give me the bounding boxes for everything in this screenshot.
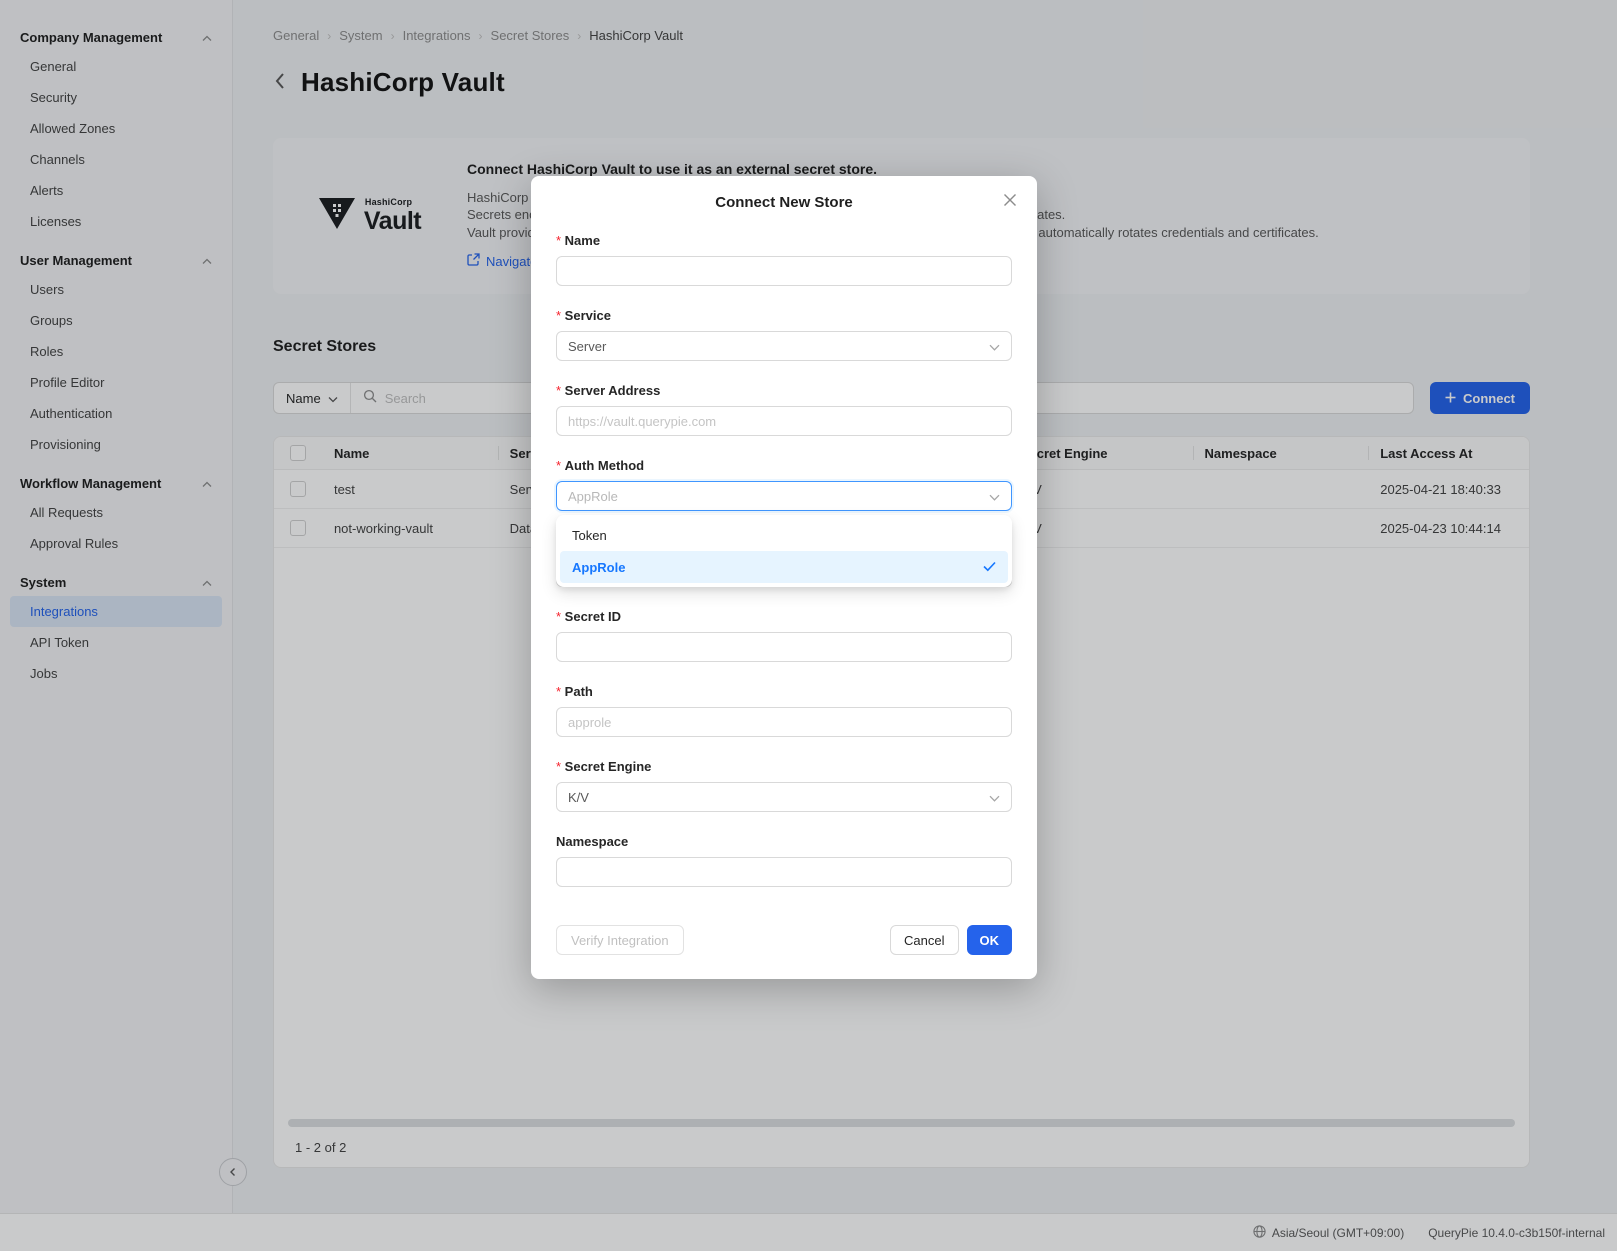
field-auth-method: Auth Method AppRole TokenAppRole [556,458,1012,511]
dropdown-option-token[interactable]: Token [560,519,1008,551]
name-input[interactable] [556,256,1012,286]
connect-new-store-modal: Connect New Store Name Service Server Se… [531,176,1037,979]
service-label: Service [556,308,1012,323]
service-select[interactable]: Server [556,331,1012,361]
modal-title: Connect New Store [556,194,1012,211]
service-select-value: Server [568,339,606,354]
name-label: Name [556,233,1012,248]
field-namespace: Namespace [556,834,1012,887]
secret-engine-select[interactable]: K/V [556,782,1012,812]
auth-method-label: Auth Method [556,458,1012,473]
secret-id-input[interactable] [556,632,1012,662]
dropdown-option-approle[interactable]: AppRole [560,551,1008,583]
modal-footer: Verify Integration Cancel OK [556,925,1012,955]
path-input[interactable] [556,707,1012,737]
secret-engine-select-value: K/V [568,790,589,805]
secret-id-label: Secret ID [556,609,1012,624]
dropdown-option-label: AppRole [572,560,625,575]
dropdown-option-label: Token [572,528,607,543]
field-server-address: Server Address [556,383,1012,436]
field-secret-id: Secret ID [556,609,1012,662]
auth-method-select[interactable]: AppRole [556,481,1012,511]
field-secret-engine: Secret Engine K/V [556,759,1012,812]
path-label: Path [556,684,1012,699]
close-icon[interactable] [1003,193,1017,207]
cancel-button[interactable]: Cancel [890,925,958,955]
chevron-down-icon [989,790,1000,805]
server-address-label: Server Address [556,383,1012,398]
modal-footer-right: Cancel OK [890,925,1012,955]
verify-integration-button[interactable]: Verify Integration [556,925,684,955]
namespace-input[interactable] [556,857,1012,887]
namespace-label: Namespace [556,834,1012,849]
chevron-down-icon [989,339,1000,354]
field-name: Name [556,233,1012,286]
field-service: Service Server [556,308,1012,361]
ok-button[interactable]: OK [967,925,1013,955]
chevron-down-icon [989,489,1000,504]
server-address-input[interactable] [556,406,1012,436]
secret-engine-label: Secret Engine [556,759,1012,774]
field-path: Path [556,684,1012,737]
auth-method-select-value: AppRole [568,489,618,504]
auth-method-dropdown: Token AppRole [556,515,1012,587]
check-icon [983,560,996,575]
